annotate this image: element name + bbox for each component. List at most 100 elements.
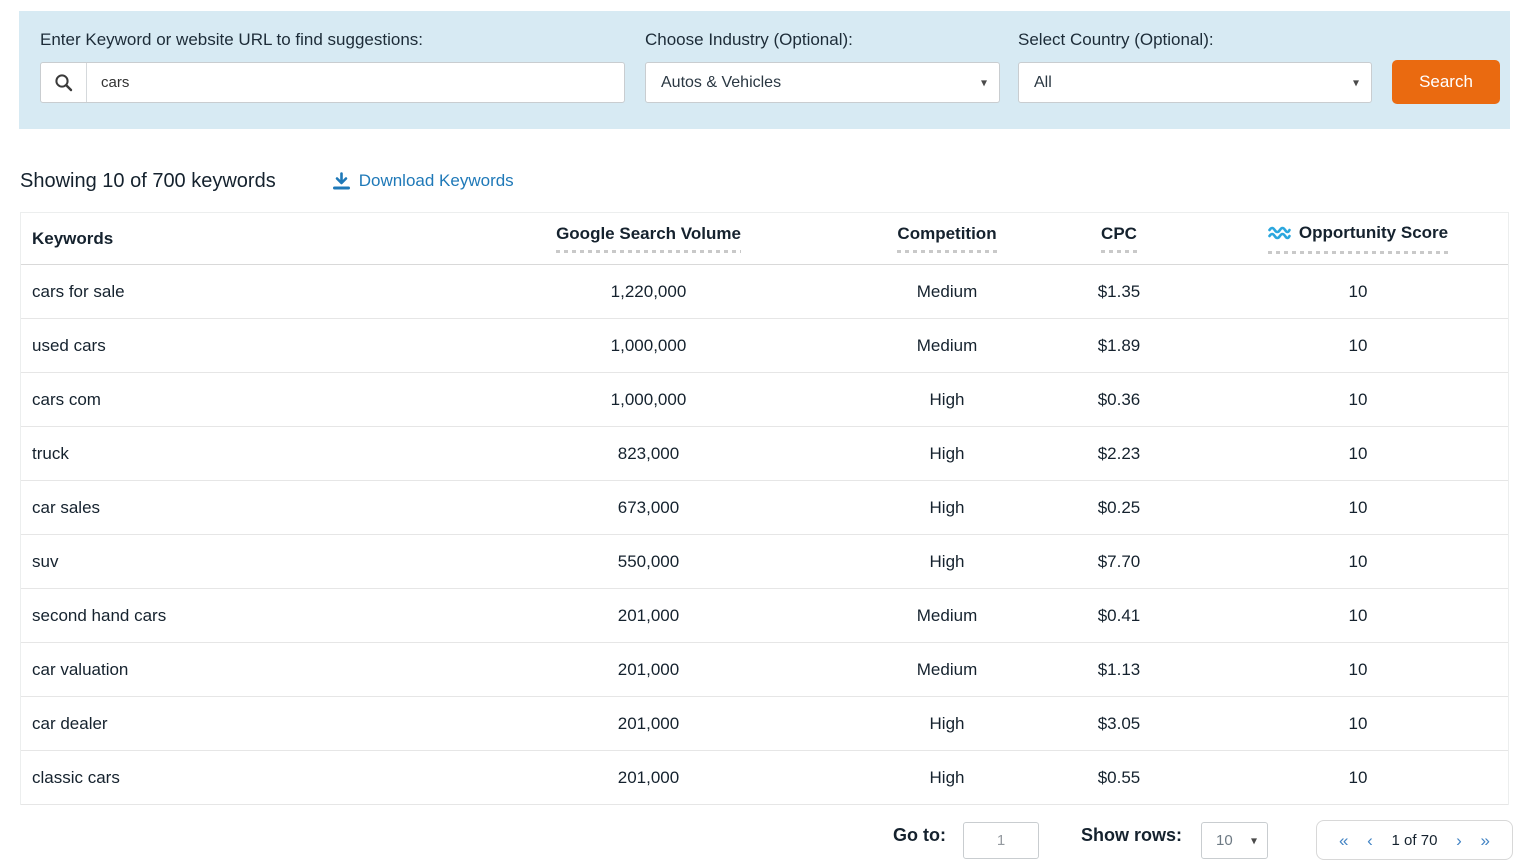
chevron-down-icon: ▾ [1353,75,1359,89]
table-row: used cars1,000,000 Medium $1.89 10 [21,319,1508,373]
cell-score: 10 [1258,390,1458,410]
download-keywords-link[interactable]: Download Keywords [332,171,514,191]
dotted-underline [1101,250,1137,253]
cell-score: 10 [1258,660,1458,680]
cell-competition: High [862,444,1032,464]
cell-competition: High [862,768,1032,788]
cell-volume: 1,000,000 [531,336,766,356]
download-keywords-label: Download Keywords [359,171,514,191]
pagination: « ‹ 1 of 70 › » [1316,820,1513,860]
cell-competition: Medium [862,660,1032,680]
cell-cpc: $0.55 [1059,768,1179,788]
column-header-keywords: Keywords [21,229,531,249]
table-row: suv550,000 High $7.70 10 [21,535,1508,589]
cell-keyword: cars com [21,390,531,410]
cell-competition: Medium [862,336,1032,356]
keyword-label: Enter Keyword or website URL to find sug… [40,30,423,50]
show-rows-select[interactable]: 10 ▾ [1201,822,1268,859]
cell-cpc: $2.23 [1059,444,1179,464]
country-select[interactable]: All ▾ [1018,62,1372,103]
wave-icon [1268,225,1291,240]
prev-page-button[interactable]: ‹ [1367,832,1373,849]
cell-cpc: $1.13 [1059,660,1179,680]
dotted-underline [556,250,741,253]
results-summary: Showing 10 of 700 keywords [20,170,276,193]
cell-keyword: used cars [21,336,531,356]
industry-select[interactable]: Autos & Vehicles ▾ [645,62,1000,103]
column-header-competition[interactable]: Competition [862,224,1032,253]
cell-volume: 201,000 [531,606,766,626]
cell-competition: High [862,552,1032,572]
cell-score: 10 [1258,498,1458,518]
table-row: classic cars201,000 High $0.55 10 [21,751,1508,805]
cell-competition: High [862,498,1032,518]
download-icon [332,172,351,191]
column-header-cpc[interactable]: CPC [1059,224,1179,253]
table-row: cars for sale1,220,000 Medium $1.35 10 [21,265,1508,319]
cell-competition: High [862,714,1032,734]
column-header-opportunity-score[interactable]: Opportunity Score [1258,223,1458,255]
last-page-button[interactable]: » [1481,832,1490,849]
cell-volume: 201,000 [531,768,766,788]
keyword-tool-app: Enter Keyword or website URL to find sug… [0,0,1528,863]
cell-cpc: $1.35 [1059,282,1179,302]
cell-score: 10 [1258,768,1458,788]
cell-volume: 1,220,000 [531,282,766,302]
cell-score: 10 [1258,714,1458,734]
country-selected-value: All [1034,74,1052,92]
cell-score: 10 [1258,336,1458,356]
keyword-input[interactable] [87,63,624,102]
cell-keyword: truck [21,444,531,464]
cell-cpc: $1.89 [1059,336,1179,356]
cell-keyword: car sales [21,498,531,518]
dotted-underline [897,250,996,253]
table-footer: Go to: Show rows: 10 ▾ « ‹ 1 of 70 › » [0,805,1528,863]
cell-keyword: suv [21,552,531,572]
table-row: car sales673,000 High $0.25 10 [21,481,1508,535]
cell-cpc: $7.70 [1059,552,1179,572]
industry-label: Choose Industry (Optional): [645,30,853,50]
next-page-button[interactable]: › [1456,832,1462,849]
cell-volume: 673,000 [531,498,766,518]
cell-cpc: $0.41 [1059,606,1179,626]
industry-selected-value: Autos & Vehicles [661,74,781,92]
cell-keyword: classic cars [21,768,531,788]
keywords-table: Keywords Google Search Volume Competitio… [20,212,1509,805]
table-header-row: Keywords Google Search Volume Competitio… [21,213,1508,265]
keyword-input-group [40,62,625,103]
table-body: cars for sale1,220,000Medium$1.3510used … [21,265,1508,805]
search-button[interactable]: Search [1392,60,1500,104]
cell-keyword: cars for sale [21,282,531,302]
search-panel: Enter Keyword or website URL to find sug… [19,11,1510,129]
cell-keyword: car dealer [21,714,531,734]
page-status: 1 of 70 [1392,832,1438,849]
cell-competition: Medium [862,282,1032,302]
cell-cpc: $3.05 [1059,714,1179,734]
chevron-down-icon: ▾ [1251,833,1257,847]
show-rows-label: Show rows: [1081,825,1182,846]
cell-cpc: $0.25 [1059,498,1179,518]
chevron-down-icon: ▾ [981,75,987,89]
cell-score: 10 [1258,444,1458,464]
table-row: cars com1,000,000High$0.3610 [21,373,1508,427]
table-row: second hand cars201,000Medium$0.4110 [21,589,1508,643]
cell-volume: 201,000 [531,714,766,734]
cell-score: 10 [1258,606,1458,626]
table-row: car dealer201,000 High $3.05 10 [21,697,1508,751]
cell-volume: 1,000,000 [531,390,766,410]
cell-score: 10 [1258,552,1458,572]
column-header-search-volume[interactable]: Google Search Volume [531,224,766,253]
first-page-button[interactable]: « [1339,832,1348,849]
results-bar: Showing 10 of 700 keywords Download Keyw… [20,165,514,197]
cell-volume: 550,000 [531,552,766,572]
cell-keyword: car valuation [21,660,531,680]
table-row: car valuation201,000Medium$1.1310 [21,643,1508,697]
country-label: Select Country (Optional): [1018,30,1214,50]
goto-label: Go to: [893,825,946,846]
cell-volume: 823,000 [531,444,766,464]
goto-page-input[interactable] [963,822,1039,859]
cell-keyword: second hand cars [21,606,531,626]
cell-score: 10 [1258,282,1458,302]
cell-competition: High [862,390,1032,410]
show-rows-value: 10 [1216,832,1233,849]
